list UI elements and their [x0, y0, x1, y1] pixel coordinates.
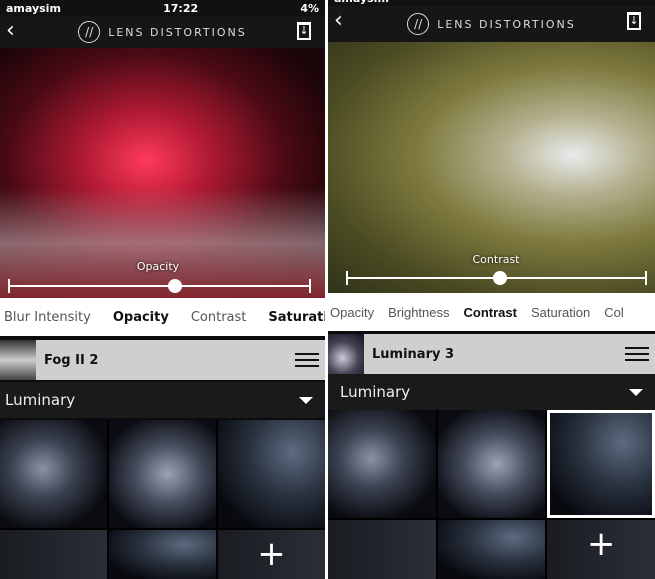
slider-knob[interactable]	[167, 279, 182, 293]
category-dropdown[interactable]: Luminary	[0, 382, 325, 418]
contrast-slider[interactable]	[346, 271, 647, 285]
category-label: Luminary	[340, 383, 411, 401]
filter-tile[interactable]	[328, 520, 436, 579]
filter-tile[interactable]	[437, 520, 546, 579]
status-bar: amaysim 17:22 4%	[0, 0, 325, 16]
slider-knob[interactable]	[492, 271, 507, 285]
slider-label: Contrast	[472, 253, 520, 266]
phone-right: amaysim ‹ // LENS DISTORTIONS ↓ Contrast…	[328, 0, 655, 579]
adjustment-tabs: Blur Intensity Opacity Contrast Saturati…	[0, 298, 325, 336]
caret-down-icon	[629, 388, 643, 396]
filter-tile[interactable]	[0, 420, 107, 528]
layer-thumbnail	[328, 334, 364, 374]
filter-tile[interactable]	[0, 530, 107, 579]
caret-down-icon	[299, 396, 313, 404]
lens-logo-icon: //	[407, 13, 430, 35]
plus-icon: +	[257, 534, 286, 574]
photo-preview: Opacity	[0, 48, 325, 298]
menu-icon[interactable]	[625, 343, 649, 365]
nav-bar: ‹ // LENS DISTORTIONS ↓	[0, 16, 325, 48]
filter-tile[interactable]	[328, 410, 436, 518]
tab-blur-intensity[interactable]: Blur Intensity	[4, 310, 91, 325]
time: 17:22	[163, 1, 199, 15]
app-title: LENS DISTORTIONS	[437, 17, 576, 31]
layer-bar[interactable]: Fog II 2	[0, 340, 325, 380]
battery: 4%	[300, 1, 319, 15]
tab-brightness[interactable]: Brightness	[388, 305, 449, 320]
opacity-slider[interactable]	[8, 279, 311, 293]
layer-bar[interactable]: Luminary 3	[328, 334, 655, 374]
tab-opacity[interactable]: Opacity	[113, 310, 169, 325]
adjustment-tabs: Opacity Brightness Contrast Saturation C…	[328, 293, 655, 331]
carrier: amaysim	[334, 0, 389, 5]
download-icon[interactable]: ↓	[627, 12, 641, 30]
layer-name: Luminary 3	[372, 346, 455, 362]
layer-name: Fog II 2	[44, 352, 99, 368]
layer-thumbnail	[0, 340, 36, 380]
add-filter-button[interactable]: +	[547, 520, 655, 579]
category-dropdown[interactable]: Luminary	[328, 374, 655, 410]
filter-grid: +	[0, 420, 325, 579]
app-title: LENS DISTORTIONS	[108, 25, 247, 39]
phone-left: amaysim 17:22 4% ‹ // LENS DISTORTIONS ↓…	[0, 0, 325, 579]
menu-icon[interactable]	[295, 349, 319, 371]
slider-label: Opacity	[136, 260, 180, 273]
chevron-left-icon[interactable]: ‹	[334, 8, 343, 33]
filter-tile[interactable]	[109, 420, 216, 528]
tab-saturation[interactable]: Saturation	[268, 310, 325, 325]
category-label: Luminary	[5, 391, 76, 409]
tab-contrast[interactable]: Contrast	[191, 310, 247, 325]
tab-opacity[interactable]: Opacity	[330, 305, 374, 320]
nav-bar: ‹ // LENS DISTORTIONS ↓	[328, 6, 655, 42]
tab-contrast[interactable]: Contrast	[464, 305, 517, 320]
plus-icon: +	[586, 524, 616, 564]
filter-tile-selected[interactable]	[547, 410, 655, 518]
tab-saturation[interactable]: Saturation	[531, 305, 590, 320]
filter-tile[interactable]	[218, 420, 325, 528]
tab-color[interactable]: Col	[604, 305, 624, 320]
filter-tile[interactable]	[109, 530, 216, 579]
chevron-left-icon[interactable]: ‹	[6, 18, 15, 43]
add-filter-button[interactable]: +	[218, 530, 325, 579]
lens-logo-icon: //	[78, 21, 101, 43]
filter-tile[interactable]	[437, 410, 546, 518]
filter-grid: +	[328, 410, 655, 579]
download-icon[interactable]: ↓	[297, 22, 311, 40]
photo-preview: Contrast	[328, 42, 655, 293]
carrier: amaysim	[6, 1, 61, 15]
